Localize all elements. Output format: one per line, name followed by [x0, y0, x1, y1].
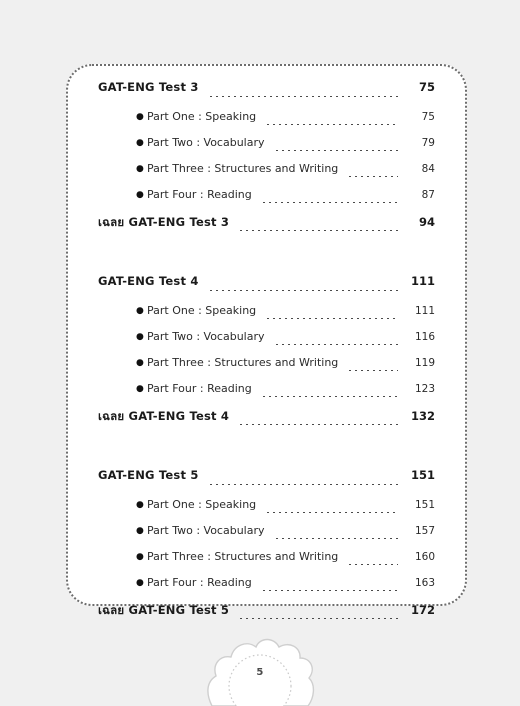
toc-entry-label: เฉลย GAT-ENG Test 4 — [98, 409, 230, 423]
toc-entry-answer-key[interactable]: เฉลย GAT-ENG Test 3 94 — [98, 214, 435, 244]
toc-entry-label: Part One : Speaking — [147, 304, 257, 317]
toc-entry-label: Part Three : Structures and Writing — [147, 162, 339, 175]
leader-dots — [265, 511, 398, 513]
toc-entry-page-number: 157 — [414, 525, 435, 537]
toc-entry-page-number: 160 — [414, 551, 435, 563]
leader-dots — [273, 343, 398, 345]
bullet-icon: ● — [136, 138, 144, 148]
leader-dots — [207, 289, 398, 291]
toc-entry-part[interactable]: ● Part Three : Structures and Writing 84 — [98, 162, 435, 188]
toc-entry-label: Part Two : Vocabulary — [147, 524, 265, 537]
bullet-icon: ● — [136, 332, 144, 342]
toc-entry-test-heading[interactable]: GAT-ENG Test 4 111 — [98, 274, 435, 304]
toc-entry-page-number: 75 — [421, 111, 435, 123]
toc-entry-page-number: 132 — [410, 409, 435, 423]
toc-entry-label: Part One : Speaking — [147, 498, 257, 511]
bullet-icon: ● — [136, 358, 144, 368]
toc-entry-label: เฉลย GAT-ENG Test 5 — [98, 603, 230, 617]
toc-entry-label: Part Four : Reading — [147, 382, 252, 395]
leader-dots — [347, 563, 398, 565]
toc-entry-label: GAT-ENG Test 5 — [98, 468, 199, 482]
toc-entry-part[interactable]: ● Part Two : Vocabulary 116 — [98, 330, 435, 356]
toc-entry-answer-key[interactable]: เฉลย GAT-ENG Test 4 132 — [98, 408, 435, 438]
leader-dots — [207, 483, 398, 485]
toc-entry-label: Part One : Speaking — [147, 110, 257, 123]
toc-entry-part[interactable]: ● Part One : Speaking 111 — [98, 304, 435, 330]
leader-dots — [238, 229, 398, 231]
toc-section-test-5: GAT-ENG Test 5 151 ● Part One : Speaking… — [98, 468, 435, 632]
toc-entry-test-heading[interactable]: GAT-ENG Test 3 75 — [98, 80, 435, 110]
toc-entry-page-number: 84 — [421, 163, 435, 175]
toc-entry-page-number: 79 — [421, 137, 435, 149]
leader-dots — [260, 395, 398, 397]
toc-entry-page-number: 111 — [410, 274, 435, 288]
toc-entry-page-number: 75 — [418, 80, 435, 94]
toc-entry-label: GAT-ENG Test 3 — [98, 80, 199, 94]
table-of-contents-list: GAT-ENG Test 3 75 ● Part One : Speaking … — [68, 66, 465, 632]
bullet-icon: ● — [136, 526, 144, 536]
bullet-icon: ● — [136, 112, 144, 122]
toc-entry-label: GAT-ENG Test 4 — [98, 274, 199, 288]
leader-dots — [260, 589, 398, 591]
toc-entry-part[interactable]: ● Part Three : Structures and Writing 16… — [98, 550, 435, 576]
toc-entry-part[interactable]: ● Part Four : Reading 163 — [98, 576, 435, 602]
toc-entry-label: Part Four : Reading — [147, 576, 252, 589]
leader-dots — [265, 123, 398, 125]
toc-section-test-3: GAT-ENG Test 3 75 ● Part One : Speaking … — [98, 80, 435, 244]
bullet-icon: ● — [136, 164, 144, 174]
toc-entry-page-number: 172 — [410, 603, 435, 617]
toc-entry-label: Part Four : Reading — [147, 188, 252, 201]
toc-entry-label: Part Three : Structures and Writing — [147, 356, 339, 369]
leader-dots — [273, 537, 398, 539]
bullet-icon: ● — [136, 500, 144, 510]
toc-entry-part[interactable]: ● Part Two : Vocabulary 157 — [98, 524, 435, 550]
toc-entry-page-number: 111 — [414, 305, 435, 317]
toc-entry-page-number: 116 — [414, 331, 435, 343]
toc-entry-label: Part Two : Vocabulary — [147, 136, 265, 149]
leader-dots — [347, 175, 398, 177]
bullet-icon: ● — [136, 578, 144, 588]
leader-dots — [238, 617, 398, 619]
toc-entry-page-number: 94 — [418, 215, 435, 229]
leader-dots — [238, 423, 398, 425]
toc-entry-page-number: 119 — [414, 357, 435, 369]
toc-entry-label: Part Three : Structures and Writing — [147, 550, 339, 563]
toc-entry-page-number: 163 — [414, 577, 435, 589]
toc-section-test-4: GAT-ENG Test 4 111 ● Part One : Speaking… — [98, 274, 435, 438]
leader-dots — [347, 369, 398, 371]
toc-entry-part[interactable]: ● Part Four : Reading 123 — [98, 382, 435, 408]
toc-entry-part[interactable]: ● Part Two : Vocabulary 79 — [98, 136, 435, 162]
leader-dots — [273, 149, 398, 151]
toc-entry-part[interactable]: ● Part Three : Structures and Writing 11… — [98, 356, 435, 382]
leader-dots — [207, 95, 398, 97]
leader-dots — [260, 201, 398, 203]
leader-dots — [265, 317, 398, 319]
toc-entry-part[interactable]: ● Part One : Speaking 75 — [98, 110, 435, 136]
toc-entry-label: เฉลย GAT-ENG Test 3 — [98, 215, 230, 229]
table-of-contents-card: GAT-ENG Test 3 75 ● Part One : Speaking … — [66, 64, 467, 619]
bullet-icon: ● — [136, 552, 144, 562]
toc-entry-page-number: 87 — [421, 189, 435, 201]
bullet-icon: ● — [136, 384, 144, 394]
bullet-icon: ● — [136, 190, 144, 200]
toc-entry-page-number: 151 — [414, 499, 435, 511]
toc-entry-label: Part Two : Vocabulary — [147, 330, 265, 343]
bullet-icon: ● — [136, 306, 144, 316]
toc-entry-part[interactable]: ● Part Four : Reading 87 — [98, 188, 435, 214]
toc-entry-test-heading[interactable]: GAT-ENG Test 5 151 — [98, 468, 435, 498]
toc-entry-page-number: 151 — [410, 468, 435, 482]
toc-entry-part[interactable]: ● Part One : Speaking 151 — [98, 498, 435, 524]
toc-entry-page-number: 123 — [414, 383, 435, 395]
page-number: 5 — [256, 667, 264, 678]
